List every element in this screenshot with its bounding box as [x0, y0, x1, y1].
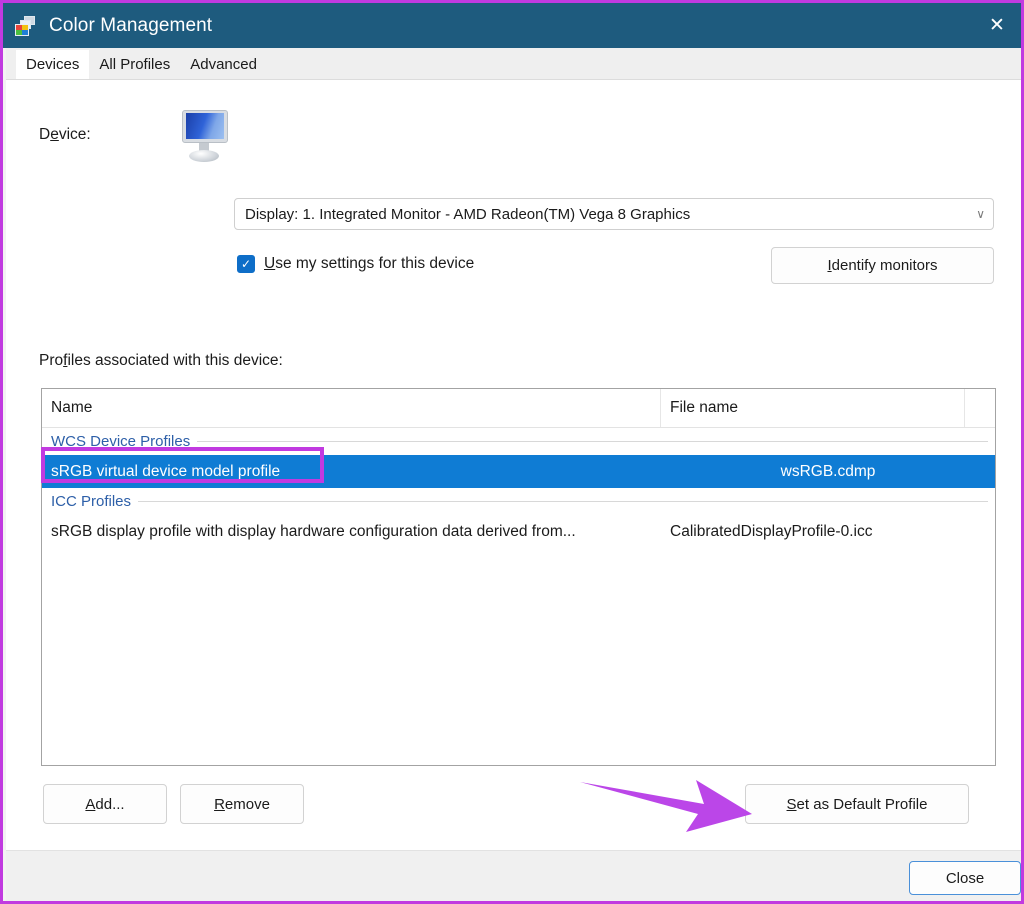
- profile-file-name: wsRGB.cdmp: [661, 463, 995, 481]
- window-title: Color Management: [49, 15, 212, 37]
- profiles-heading: Profiles associated with this device:: [39, 352, 283, 370]
- column-header-name[interactable]: Name: [42, 389, 661, 427]
- tab-all-profiles[interactable]: All Profiles: [89, 50, 180, 79]
- devices-tab-panel: Device: Display: 1. Integrated Monitor -…: [6, 80, 1024, 850]
- device-label: Device:: [39, 126, 91, 144]
- arrow-annotation-icon: [576, 774, 756, 840]
- close-icon[interactable]: ✕: [973, 3, 1021, 48]
- group-header-icc: ICC Profiles: [42, 488, 995, 515]
- listview-header: Name File name: [42, 389, 995, 428]
- tab-strip: Devices All Profiles Advanced: [6, 48, 1024, 80]
- table-row[interactable]: sRGB virtual device model profile wsRGB.…: [42, 455, 995, 488]
- device-dropdown[interactable]: Display: 1. Integrated Monitor - AMD Rad…: [234, 198, 994, 230]
- chevron-down-icon: ∨: [976, 207, 985, 221]
- monitor-icon: [176, 108, 234, 166]
- add-button[interactable]: Add...: [43, 784, 167, 824]
- profile-name: sRGB display profile with display hardwa…: [42, 523, 661, 541]
- profile-file-name: CalibratedDisplayProfile-0.icc: [661, 523, 995, 541]
- use-my-settings-checkbox[interactable]: ✓ Use my settings for this device: [237, 255, 474, 273]
- tab-advanced[interactable]: Advanced: [180, 50, 267, 79]
- remove-button[interactable]: Remove: [180, 784, 304, 824]
- identify-monitors-button[interactable]: Identify monitors: [771, 247, 994, 284]
- set-as-default-profile-button[interactable]: Set as Default Profile: [745, 784, 969, 824]
- color-management-window: Color Management ✕ Devices All Profiles …: [0, 0, 1024, 904]
- column-header-file-name[interactable]: File name: [661, 389, 965, 427]
- checkbox-check-icon: ✓: [237, 255, 255, 273]
- table-row[interactable]: sRGB display profile with display hardwa…: [42, 515, 995, 548]
- color-management-icon: [15, 15, 37, 37]
- titlebar: Color Management ✕: [3, 3, 1021, 48]
- command-bar: Close: [6, 850, 1024, 904]
- profile-name: sRGB virtual device model profile: [42, 463, 661, 481]
- profiles-listview[interactable]: Name File name WCS Device Profiles sRGB …: [41, 388, 996, 766]
- tab-devices[interactable]: Devices: [16, 50, 89, 79]
- device-dropdown-value: Display: 1. Integrated Monitor - AMD Rad…: [245, 206, 976, 223]
- use-my-settings-label: Use my settings for this device: [264, 255, 474, 273]
- close-button[interactable]: Close: [909, 861, 1021, 895]
- group-header-wcs: WCS Device Profiles: [42, 428, 995, 455]
